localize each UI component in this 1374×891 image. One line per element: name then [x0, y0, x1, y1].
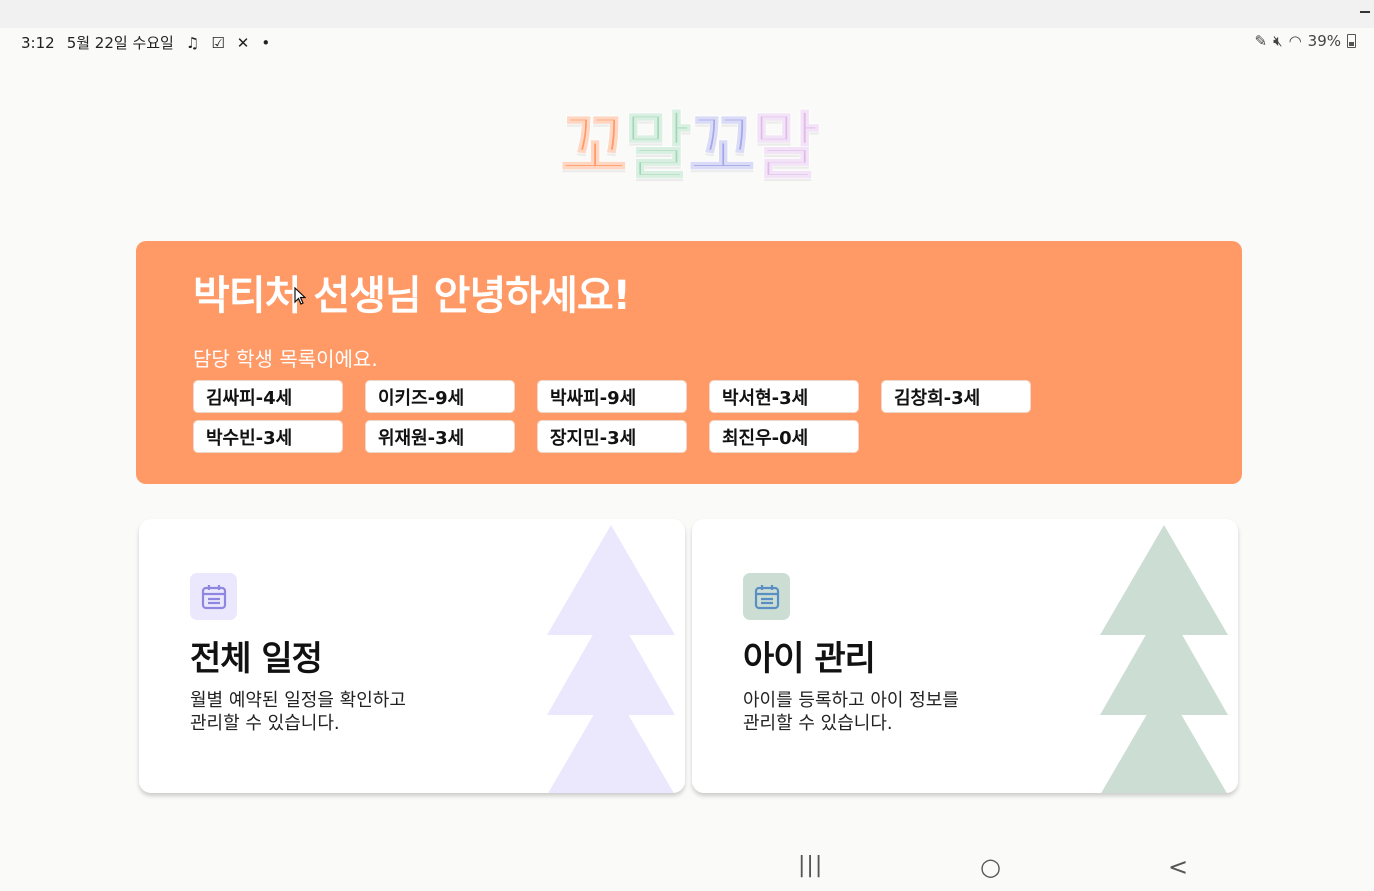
home-button[interactable]: ○: [980, 853, 1001, 881]
student-chip-list: 김싸피-4세 이키즈-9세 박싸피-9세 박서현-3세 김창희-3세 박수빈-3…: [193, 380, 1031, 453]
schedule-card[interactable]: 전체 일정 월별 예약된 일정을 확인하고 관리할 수 있습니다.: [139, 519, 685, 793]
battery-level: 39%: [1307, 32, 1341, 50]
tree-decoration-icon: [1100, 525, 1228, 793]
checkbox-notification-icon: ☑: [211, 33, 225, 52]
schedule-card-title: 전체 일정: [190, 639, 323, 679]
minimize-icon[interactable]: [1360, 11, 1370, 13]
battery-icon: [1347, 34, 1356, 48]
student-chip[interactable]: 김창희-3세: [881, 380, 1031, 413]
kids-card-title: 아이 관리: [743, 639, 876, 679]
student-chip[interactable]: 박싸피-9세: [537, 380, 687, 413]
status-date: 5월 22일 수요일: [66, 34, 174, 52]
system-navigation-bar: ||| ○ <: [0, 845, 1374, 891]
student-chip[interactable]: 이키즈-9세: [365, 380, 515, 413]
kids-card-description: 아이를 등록하고 아이 정보를 관리할 수 있습니다.: [743, 690, 959, 734]
recents-button[interactable]: |||: [798, 853, 823, 878]
student-chip[interactable]: 김싸피-4세: [193, 380, 343, 413]
logo-char: 꼬: [687, 104, 757, 190]
greeting-title: 박티처 선생님 안녕하세요!: [193, 273, 631, 319]
logo-char: 말: [751, 104, 821, 190]
logo-char: 꼬: [559, 104, 629, 190]
pen-icon: ✎: [1254, 32, 1268, 50]
wifi-icon: ◠: [1288, 32, 1302, 50]
mute-icon: 🔇︎: [1273, 32, 1283, 50]
student-chip[interactable]: 박수빈-3세: [193, 420, 343, 453]
status-bar: 3:12 5월 22일 수요일 ♫ ☑ ✕ • ✎ 🔇︎ ◠ 39%: [0, 28, 1374, 56]
student-chip[interactable]: 박서현-3세: [709, 380, 859, 413]
logo-char: 말: [623, 104, 693, 190]
student-list-label: 담당 학생 목록이에요.: [193, 347, 378, 371]
status-time: 3:12: [21, 33, 55, 52]
kids-card[interactable]: 아이 관리 아이를 등록하고 아이 정보를 관리할 수 있습니다.: [692, 519, 1238, 793]
music-notification-icon: ♫: [185, 33, 200, 52]
more-notifications-dot-icon: •: [261, 33, 271, 52]
status-right: ✎ 🔇︎ ◠ 39%: [1255, 32, 1356, 50]
student-chip[interactable]: 최진우-0세: [709, 420, 859, 453]
mouse-cursor-icon: [294, 287, 306, 305]
student-chip[interactable]: 위재원-3세: [365, 420, 515, 453]
tree-decoration-icon: [547, 525, 675, 793]
calendar-icon: [743, 573, 790, 620]
status-left: 3:12 5월 22일 수요일 ♫ ☑ ✕ •: [21, 32, 270, 53]
greeting-banner: 박티처 선생님 안녕하세요! 담당 학생 목록이에요. 김싸피-4세 이키즈-9…: [136, 241, 1242, 484]
student-chip[interactable]: 장지민-3세: [537, 420, 687, 453]
calendar-icon: [190, 573, 237, 620]
tools-notification-icon: ✕: [236, 33, 250, 52]
back-button[interactable]: <: [1168, 853, 1188, 881]
window-top-strip: [0, 0, 1374, 28]
schedule-card-description: 월별 예약된 일정을 확인하고 관리할 수 있습니다.: [190, 690, 406, 734]
app-logo: 꼬말꼬말: [538, 92, 838, 202]
